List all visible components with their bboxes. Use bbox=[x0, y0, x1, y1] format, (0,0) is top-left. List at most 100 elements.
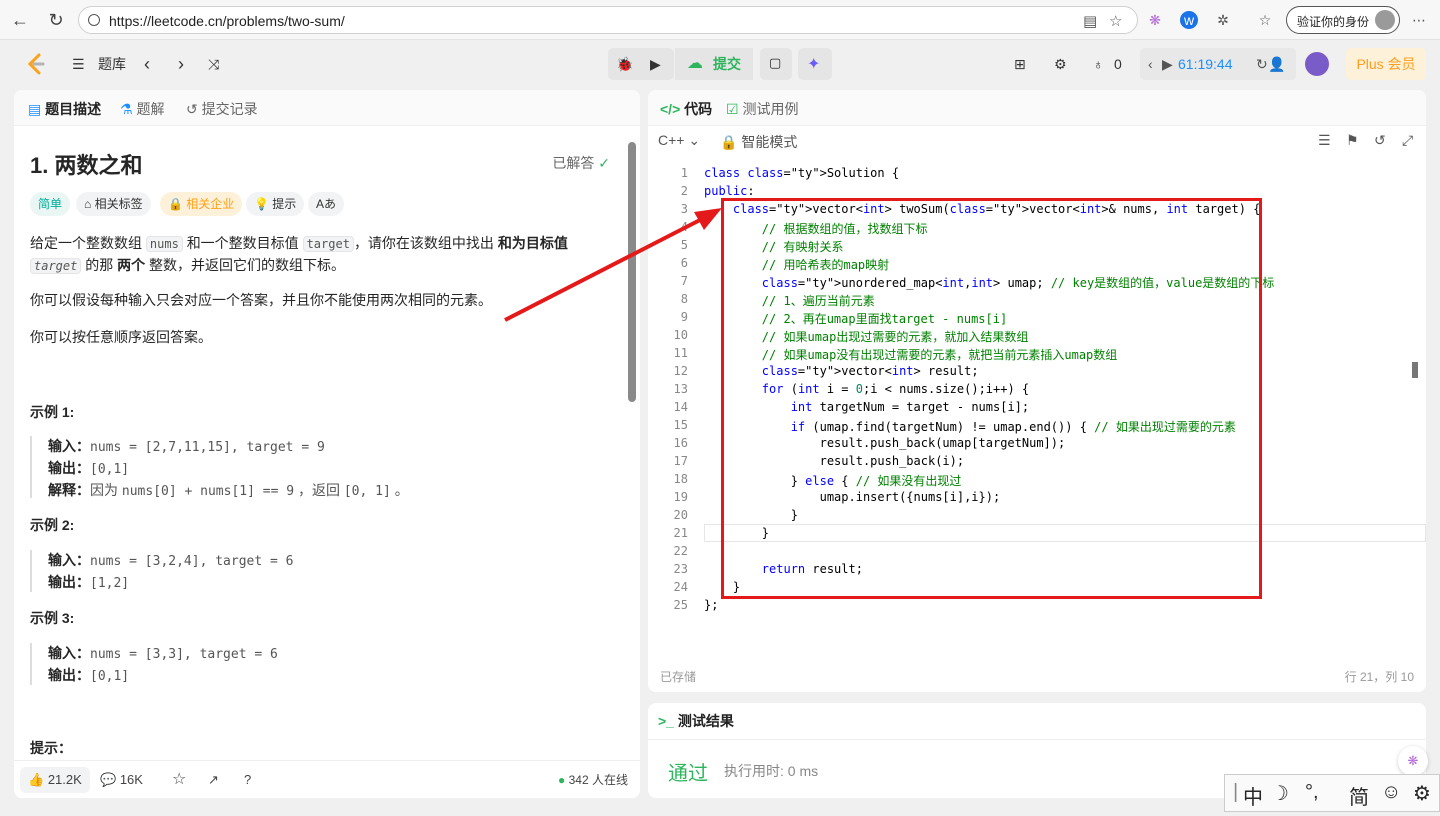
line-number: 10 bbox=[673, 328, 688, 342]
line-number: 5 bbox=[680, 238, 688, 252]
star-icon[interactable]: ☆ bbox=[172, 767, 186, 793]
code-tabs: </> 代码 ☑ 测试用例 bbox=[648, 90, 1426, 126]
cloud-upload-icon: ☁ bbox=[687, 55, 703, 72]
lock-icon: 🔒 bbox=[168, 197, 187, 211]
example-3-title: 示例 3: bbox=[30, 610, 75, 626]
line-number: 21 bbox=[673, 526, 688, 540]
smart-mode[interactable]: 🔒 智能模式 bbox=[720, 132, 797, 152]
line-number: 3 bbox=[680, 202, 688, 216]
line-number: 11 bbox=[673, 346, 688, 360]
problem-title: 1. 两数之和 bbox=[30, 153, 143, 178]
timer-reset-icon[interactable]: ↻ bbox=[1256, 48, 1268, 80]
format-icon[interactable]: ☰ bbox=[1318, 132, 1331, 149]
example-2-body: 输入：nums = [3,2,4], target = 6 输出：[1,2] bbox=[30, 550, 590, 592]
line-number: 13 bbox=[673, 382, 688, 396]
tab-testcase[interactable]: ☑ 测试用例 bbox=[726, 99, 798, 119]
extensions-icon[interactable]: ✲ bbox=[1214, 11, 1232, 29]
share-icon[interactable]: ↗ bbox=[208, 767, 219, 793]
language-select[interactable]: C++ ⌄ bbox=[658, 132, 700, 149]
layout-icon[interactable]: ⊞ bbox=[1014, 52, 1026, 76]
back-icon[interactable]: ← bbox=[10, 10, 30, 30]
ime-toolbar: | 中 ☽ °, 简 ☺ ⚙ bbox=[1224, 774, 1440, 812]
sparkle-icon: ✦ bbox=[807, 56, 821, 73]
code-line[interactable]: }; bbox=[704, 598, 718, 612]
fullscreen-icon[interactable]: ⤢ bbox=[1402, 132, 1413, 149]
editor-scrollbar[interactable] bbox=[1412, 362, 1418, 378]
streak-flame-icon[interactable]: ♁ bbox=[1093, 52, 1104, 76]
moon-icon[interactable]: ☽ bbox=[1271, 781, 1289, 806]
profile-label: 验证你的身份 bbox=[1297, 15, 1370, 29]
example-2-title: 示例 2: bbox=[30, 517, 75, 533]
line-number: 19 bbox=[673, 490, 688, 504]
line-number: 6 bbox=[680, 256, 688, 270]
line-number: 9 bbox=[680, 310, 688, 324]
punctuation-icon[interactable]: °, bbox=[1305, 781, 1319, 804]
tag-icon: ⌂ bbox=[84, 197, 95, 211]
lock-icon: 🔒 bbox=[720, 134, 742, 150]
timer-play-icon[interactable]: ▶ bbox=[1162, 48, 1173, 80]
line-number: 2 bbox=[680, 184, 688, 198]
test-result-title: >_ 测试结果 bbox=[658, 713, 734, 729]
note-icon: ▢ bbox=[769, 55, 782, 70]
order-paragraph: 你可以按任意顺序返回答案。 bbox=[30, 329, 212, 345]
thumbs-up-icon: 👍 bbox=[28, 772, 48, 787]
solved-status: 已解答 ✓ bbox=[552, 155, 610, 171]
reset-icon[interactable]: ↺ bbox=[1374, 132, 1386, 149]
related-tags-button[interactable]: ⌂ 相关标签 bbox=[76, 192, 151, 216]
more-icon[interactable]: ⋯ bbox=[1410, 11, 1428, 29]
line-number: 14 bbox=[673, 400, 688, 414]
tab-code[interactable]: </> 代码 bbox=[660, 99, 712, 119]
line-number: 15 bbox=[673, 418, 688, 432]
reader-icon[interactable]: ▤ bbox=[1083, 12, 1097, 30]
description-content: 1. 两数之和 已解答 ✓ 简单 ⌂ 相关标签 🔒 相关企业 💡 提示 Aあ 给… bbox=[30, 0, 610, 800]
profile-button[interactable]: 验证你的身份 bbox=[1286, 6, 1400, 34]
line-number: 1 bbox=[680, 166, 688, 180]
saved-status: 已存储 bbox=[660, 670, 697, 684]
comment-icon: 💬 bbox=[100, 772, 120, 787]
submit-label: 提交 bbox=[713, 56, 741, 72]
code-line[interactable]: public: bbox=[704, 184, 755, 198]
ai-button[interactable]: ✦ bbox=[798, 48, 832, 80]
user-avatar[interactable] bbox=[1305, 52, 1329, 76]
avatar bbox=[1375, 10, 1395, 30]
description-footer: 👍 21.2K 💬 16K ☆ ↗ ? ● 342 人在线 bbox=[14, 760, 640, 798]
line-number: 25 bbox=[673, 598, 688, 612]
related-companies-button[interactable]: 🔒 相关企业 bbox=[160, 192, 243, 216]
description-paragraph: 给定一个整数数组 nums 和一个整数目标值 target ，请你在该数组中找出 … bbox=[30, 235, 568, 274]
favorite-star-icon[interactable]: ☆ bbox=[1109, 12, 1122, 30]
runtime-text: 执行用时: 0 ms bbox=[724, 763, 819, 779]
debug-icon[interactable]: 🐞 bbox=[616, 52, 633, 76]
copilot-icon[interactable]: ❋ bbox=[1146, 11, 1164, 29]
line-number: 7 bbox=[680, 274, 688, 288]
assumption-paragraph: 你可以假设每种输入只会对应一个答案，并且你不能使用两次相同的元素。 bbox=[30, 292, 492, 308]
difficulty-badge[interactable]: 简单 bbox=[30, 192, 71, 216]
bookmark-icon[interactable]: ⚑ bbox=[1346, 132, 1359, 149]
timer-collapse-icon[interactable]: ‹ bbox=[1148, 48, 1153, 80]
plus-button[interactable]: Plus 会员 bbox=[1346, 48, 1426, 80]
extension-w-icon[interactable]: w bbox=[1180, 11, 1198, 29]
favorites-icon[interactable]: ☆ bbox=[1256, 11, 1274, 29]
submit-button[interactable]: ☁ 提交 bbox=[675, 48, 753, 80]
streak-count: 0 bbox=[1114, 56, 1122, 72]
ime-simplified[interactable]: 简 bbox=[1349, 781, 1369, 810]
line-number: 4 bbox=[680, 220, 688, 234]
comments-button[interactable]: 💬 16K bbox=[100, 767, 143, 793]
hint-button[interactable]: 💡 提示 bbox=[246, 192, 305, 216]
ime-handle-icon[interactable]: | bbox=[1233, 781, 1238, 804]
translate-button[interactable]: Aあ bbox=[308, 192, 345, 216]
assistant-icon[interactable]: ❋ bbox=[1398, 746, 1428, 776]
line-number: 16 bbox=[673, 436, 688, 450]
like-button[interactable]: 👍 21.2K bbox=[20, 767, 90, 793]
ime-settings-icon[interactable]: ⚙ bbox=[1413, 781, 1431, 806]
run-button[interactable]: ▶ bbox=[650, 52, 661, 76]
code-line[interactable]: class class="ty">Solution { bbox=[704, 166, 899, 180]
line-number: 17 bbox=[673, 454, 688, 468]
ime-mode[interactable]: 中 bbox=[1243, 781, 1263, 810]
emoji-icon[interactable]: ☺ bbox=[1381, 781, 1401, 804]
help-icon[interactable]: ? bbox=[244, 767, 251, 793]
description-scrollbar[interactable] bbox=[628, 142, 636, 402]
add-friend-icon[interactable]: 👤 bbox=[1268, 52, 1285, 76]
settings-gear-icon[interactable]: ⚙ bbox=[1054, 52, 1067, 76]
note-button[interactable]: ▢ bbox=[760, 48, 792, 80]
line-number: 22 bbox=[673, 544, 688, 558]
